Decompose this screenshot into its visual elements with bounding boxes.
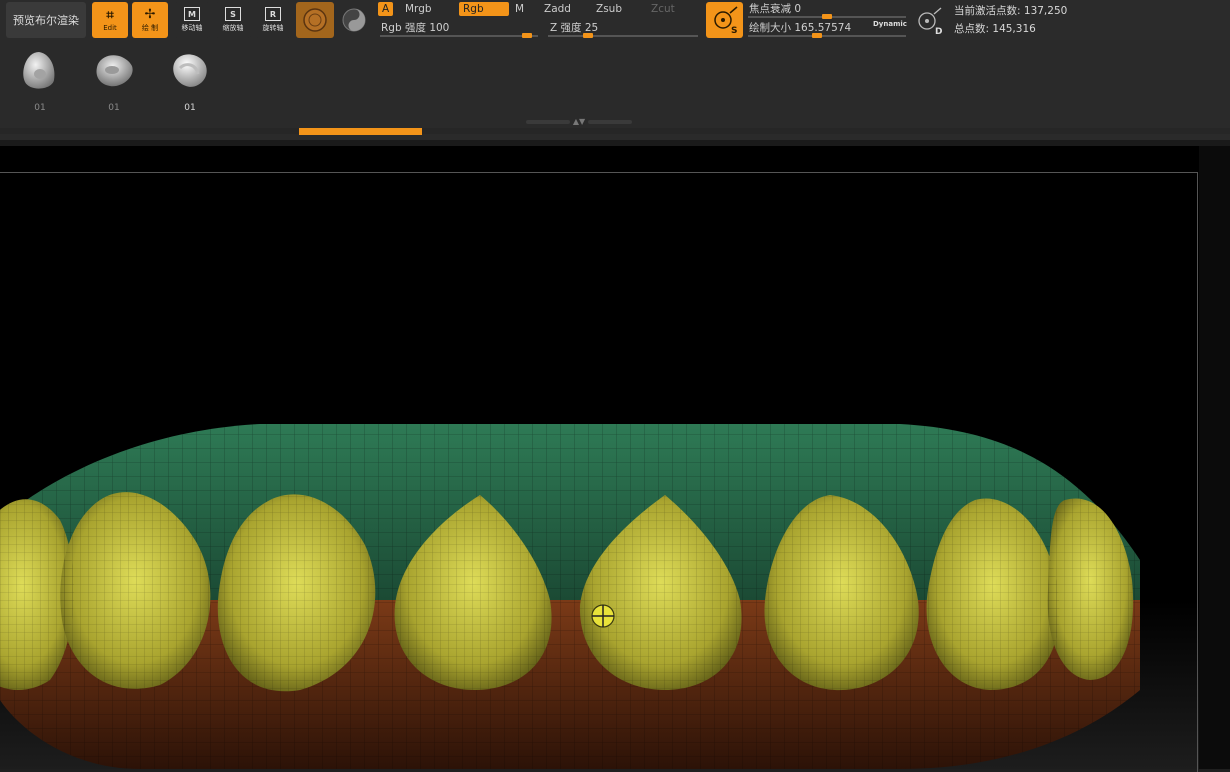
brush-thumbnail-1[interactable] <box>16 48 62 94</box>
stroke-d-button[interactable]: D <box>912 4 946 38</box>
brush-label-2: 01 <box>108 103 120 113</box>
shelf-scroll-thumb[interactable] <box>299 128 422 135</box>
texture-button[interactable] <box>340 6 368 34</box>
move-button[interactable]: M 移动轴 <box>174 2 210 38</box>
3d-viewport[interactable] <box>0 146 1230 769</box>
top-toolbar: 预览布尔渲染 ⌗ Edit ✢ 绘 制 M 移动轴 S 缩放轴 R 旋转轴 A … <box>0 0 1230 40</box>
draw-mode-button[interactable]: ✢ 绘 制 <box>132 2 168 38</box>
sculpt-model <box>0 424 1230 769</box>
preview-boolean-render-button[interactable]: 预览布尔渲染 <box>6 2 86 38</box>
focal-shift-knob[interactable] <box>822 14 832 19</box>
scale-button[interactable]: S 缩放轴 <box>215 2 251 38</box>
symmetry-s-button[interactable]: S <box>706 2 743 38</box>
material-sphere-icon <box>303 8 327 32</box>
zsub-toggle[interactable]: Zsub <box>592 2 626 16</box>
move-icon: M <box>184 7 200 21</box>
collapse-arrows-icon: ▲▼ <box>572 117 586 126</box>
zadd-toggle[interactable]: Zadd <box>540 2 575 16</box>
rotate-icon: R <box>265 7 281 21</box>
z-intensity-track <box>548 35 698 37</box>
edit-icon: ⌗ <box>106 7 114 23</box>
edit-mode-button[interactable]: ⌗ Edit <box>92 2 128 38</box>
brush-cursor-icon <box>591 604 615 628</box>
stroke-d-icon: D <box>918 7 942 36</box>
brush-thumbnail-2[interactable] <box>90 48 136 94</box>
scale-icon: S <box>225 7 241 21</box>
total-points-stat: 总点数: 145,316 <box>954 23 1036 35</box>
svg-text:D: D <box>935 27 942 36</box>
brush-thumbnail-3[interactable] <box>166 48 212 94</box>
m-toggle[interactable]: M <box>511 2 528 16</box>
rotate-button[interactable]: R 旋转轴 <box>255 2 291 38</box>
draw-icon: ✢ <box>144 6 156 22</box>
mrgb-toggle[interactable]: Mrgb <box>401 2 436 16</box>
stroke-s-icon: S <box>713 6 737 35</box>
svg-text:S: S <box>731 26 737 35</box>
dynamic-toggle[interactable]: Dynamic <box>873 20 907 28</box>
material-button[interactable] <box>296 2 334 38</box>
brush-label-3: 01 <box>184 103 196 113</box>
draw-size-knob[interactable] <box>811 33 822 38</box>
active-points-stat: 当前激活点数: 137,250 <box>954 5 1068 17</box>
draw-size-track <box>748 35 906 37</box>
brush-label-1: 01 <box>34 103 46 113</box>
rgb-toggle[interactable]: Rgb <box>459 2 509 16</box>
a-toggle[interactable]: A <box>378 2 394 16</box>
right-gutter <box>1199 146 1230 769</box>
shelf-collapse-handle[interactable]: ▲▼ <box>522 118 636 126</box>
rgb-intensity-track <box>380 35 538 37</box>
rgb-intensity-knob[interactable] <box>522 33 533 38</box>
zcut-toggle[interactable]: Zcut <box>647 2 679 16</box>
z-intensity-knob[interactable] <box>583 33 593 38</box>
shelf-scroll-track[interactable] <box>0 128 1230 134</box>
texture-yin-icon <box>342 8 366 32</box>
